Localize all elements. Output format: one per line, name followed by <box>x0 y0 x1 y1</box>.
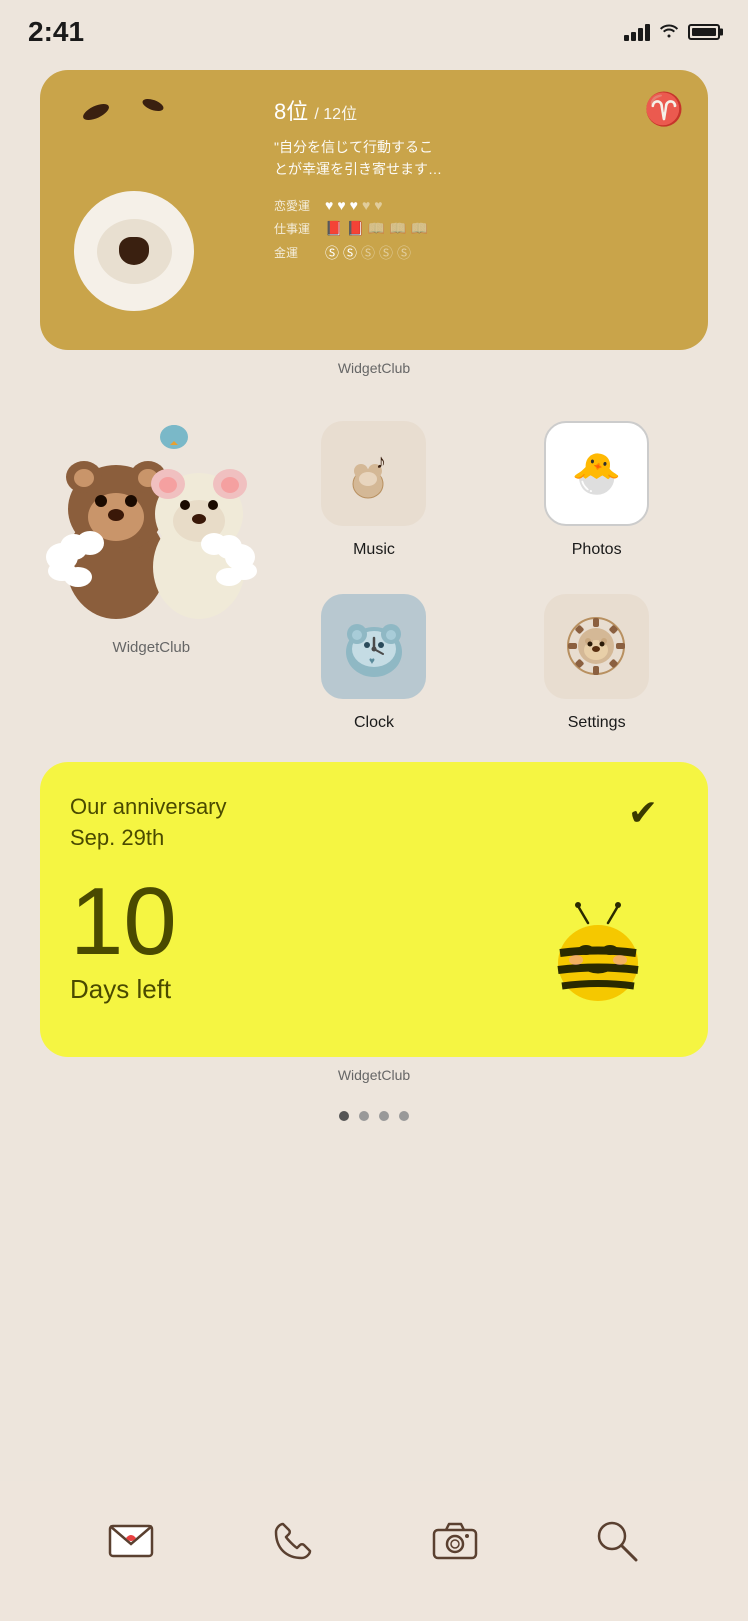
rank-total: / 12位 <box>314 106 357 123</box>
app-settings[interactable]: Settings <box>485 579 708 752</box>
photos-label: Photos <box>572 541 622 559</box>
dock-search[interactable] <box>580 1504 655 1579</box>
dock <box>0 1481 748 1621</box>
bee-character <box>538 898 668 1027</box>
dock-camera[interactable] <box>418 1504 493 1579</box>
page-dot-4[interactable] <box>399 1111 409 1121</box>
mail-icon <box>94 1504 169 1579</box>
rank-value: 8位 <box>274 99 308 124</box>
battery-icon <box>688 24 720 40</box>
checkmark-icon: ✔ <box>628 792 658 834</box>
music-icon-wrapper: ♪ <box>316 416 431 531</box>
horoscope-widget[interactable]: 8位 / 12位 "自分を信じて行動するこ とが幸運を引き寄せます… 恋愛運 ♥… <box>40 70 708 350</box>
settings-icon-wrapper <box>539 589 654 704</box>
heart-4: ♥ <box>362 197 370 213</box>
music-label: Music <box>353 541 395 559</box>
page-dot-2[interactable] <box>359 1111 369 1121</box>
camera-icon <box>418 1504 493 1579</box>
horoscope-quote: "自分を信じて行動するこ とが幸運を引き寄せます… <box>274 136 684 181</box>
rilakkuma-illustration <box>44 416 259 631</box>
status-icons <box>624 22 720 43</box>
app-music[interactable]: ♪ Music <box>263 406 486 579</box>
page-dot-3[interactable] <box>379 1111 389 1121</box>
horoscope-content: 8位 / 12位 "自分を信じて行動するこ とが幸運を引き寄せます… 恋愛運 ♥… <box>264 94 684 326</box>
work-icons: 📕 📕 📖 📖 📖 <box>325 220 428 237</box>
photos-icon: 🐣 <box>544 421 649 526</box>
dock-mail[interactable] <box>94 1504 169 1579</box>
dock-phone[interactable] <box>256 1504 331 1579</box>
status-time: 2:41 <box>28 16 84 48</box>
heart-5: ♥ <box>374 197 382 213</box>
love-icons: ♥ ♥ ♥ ♥ ♥ <box>325 197 383 213</box>
svg-text:♥: ♥ <box>369 656 375 667</box>
money-label: 金運 <box>274 244 319 261</box>
settings-label: Settings <box>568 714 626 732</box>
status-bar: 2:41 <box>0 0 748 50</box>
wifi-icon <box>658 22 680 43</box>
widgetclub-label: WidgetClub <box>113 639 191 656</box>
photos-icon-wrapper: 🐣 <box>539 416 654 531</box>
heart-2: ♥ <box>337 197 345 213</box>
aries-symbol: ♈ <box>644 90 684 128</box>
clock-icon-wrapper: ♥ <box>316 589 431 704</box>
svg-text:♪: ♪ <box>376 451 386 473</box>
page-dots <box>0 1111 748 1121</box>
app-widgetclub-large[interactable]: WidgetClub <box>40 406 263 752</box>
page-dot-1[interactable] <box>339 1111 349 1121</box>
book-1: 📕 <box>325 220 342 237</box>
signal-icon <box>624 23 650 41</box>
heart-1: ♥ <box>325 197 333 213</box>
search-icon <box>580 1504 655 1579</box>
book-2: 📕 <box>346 220 363 237</box>
book-3: 📖 <box>368 220 385 237</box>
horoscope-rank: 8位 / 12位 <box>274 94 684 126</box>
settings-icon <box>544 594 649 699</box>
dollar-5: Ⓢ <box>397 243 411 263</box>
app-clock[interactable]: ♥ Clock <box>263 579 486 752</box>
music-icon: ♪ <box>321 421 426 526</box>
work-fortune: 仕事運 📕 📕 📖 📖 📖 <box>274 220 684 237</box>
widget2-label: WidgetClub <box>0 1067 748 1083</box>
anniv-title-line2: Sep. 29th <box>70 825 164 850</box>
money-icons: Ⓢ Ⓢ Ⓢ Ⓢ Ⓢ <box>325 243 411 263</box>
phone-icon <box>256 1504 331 1579</box>
dollar-4: Ⓢ <box>379 243 393 263</box>
anniversary-title: Our anniversary Sep. 29th <box>70 792 678 854</box>
dollar-2: Ⓢ <box>343 243 357 263</box>
bear-illustration <box>64 94 264 326</box>
dollar-1: Ⓢ <box>325 243 339 263</box>
widget1-label: WidgetClub <box>0 360 748 376</box>
heart-3: ♥ <box>350 197 358 213</box>
love-fortune: 恋愛運 ♥ ♥ ♥ ♥ ♥ <box>274 197 684 214</box>
book-4: 📖 <box>389 220 406 237</box>
work-label: 仕事運 <box>274 220 319 237</box>
clock-icon: ♥ <box>321 594 426 699</box>
chick-emoji: 🐣 <box>572 450 622 497</box>
love-label: 恋愛運 <box>274 197 319 214</box>
money-fortune: 金運 Ⓢ Ⓢ Ⓢ Ⓢ Ⓢ <box>274 243 684 263</box>
anniv-title-line1: Our anniversary <box>70 794 227 819</box>
book-5: 📖 <box>411 220 428 237</box>
dollar-3: Ⓢ <box>361 243 375 263</box>
app-photos[interactable]: 🐣 Photos <box>485 406 708 579</box>
app-grid: ♪ Music 🐣 Photos <box>40 406 708 752</box>
clock-label: Clock <box>354 714 394 732</box>
anniversary-widget[interactable]: Our anniversary Sep. 29th ✔ 10 Days left <box>40 762 708 1057</box>
